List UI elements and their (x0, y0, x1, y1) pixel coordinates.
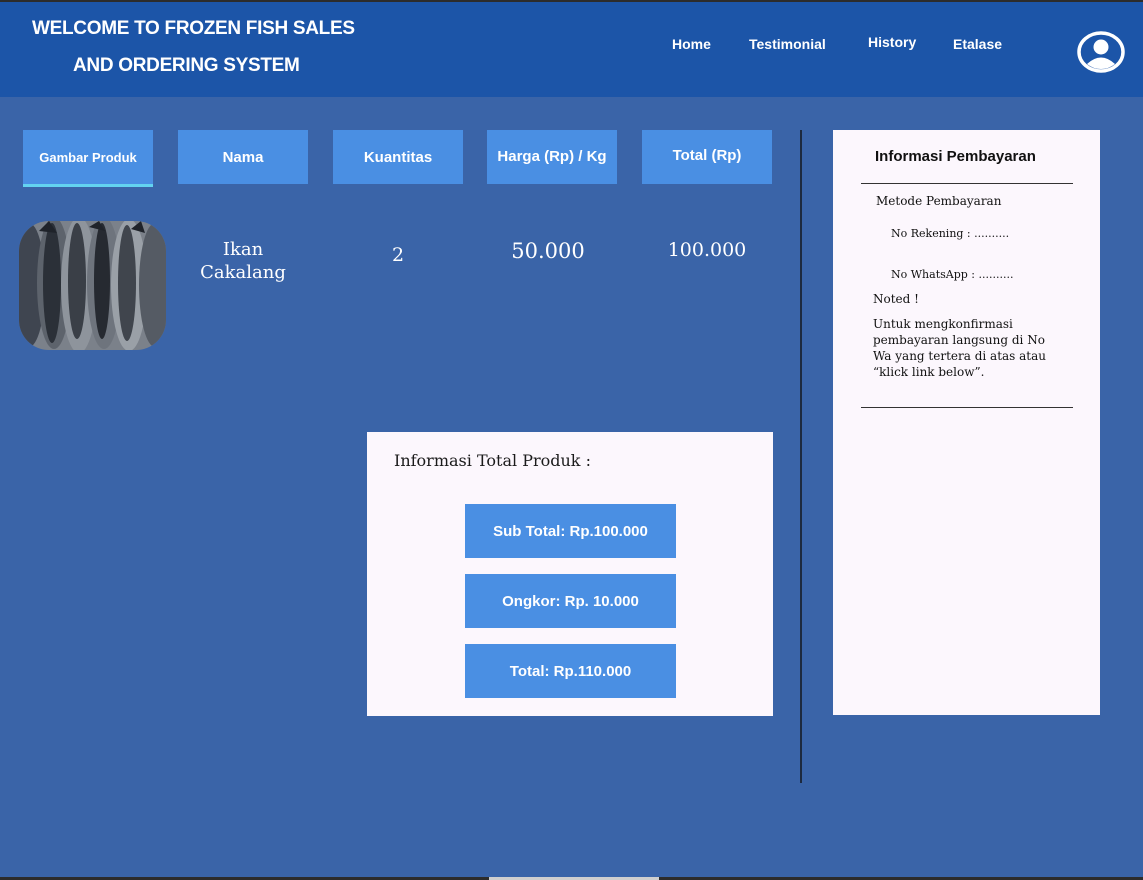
vertical-divider (800, 130, 802, 783)
app-title-line-2: AND ORDERING SYSTEM (73, 55, 300, 76)
product-price: 50.000 (511, 239, 585, 263)
whatsapp-number: No WhatsApp : .......... (891, 268, 1014, 281)
summary-title: Informasi Total Produk : (394, 451, 591, 470)
user-circle-icon[interactable] (1077, 31, 1125, 73)
total-summary-card: Informasi Total Produk : Sub Total: Rp.1… (367, 432, 773, 716)
product-name-line-2: Cakalang (200, 262, 286, 283)
payment-panel-title: Informasi Pembayaran (875, 148, 1036, 165)
payment-method-label: Metode Pembayaran (876, 194, 1002, 208)
subtotal-box: Sub Total: Rp.100.000 (465, 504, 676, 558)
panel-divider-top (861, 183, 1073, 184)
noted-label: Noted ! (873, 292, 919, 306)
column-header-price-per-kg[interactable]: Harga (Rp) / Kg (487, 130, 617, 184)
column-header-total[interactable]: Total (Rp) (642, 130, 772, 184)
nav-etalase-link[interactable]: Etalase (953, 36, 1002, 52)
panel-divider-bottom (861, 407, 1073, 408)
nav-testimonial-link[interactable]: Testimonial (749, 36, 826, 52)
column-header-name[interactable]: Nama (178, 130, 308, 184)
app-title-line-1: WELCOME TO FROZEN FISH SALES (32, 18, 355, 39)
column-header-product-image[interactable]: Gambar Produk (23, 130, 153, 187)
grand-total-box: Total: Rp.110.000 (465, 644, 676, 698)
product-name-line-1: Ikan (222, 239, 264, 260)
column-header-quantity[interactable]: Kuantitas (333, 130, 463, 184)
product-name: Ikan Cakalang (178, 238, 308, 284)
payment-confirmation-note: Untuk mengkonfirmasi pembayaran langsung… (873, 317, 1047, 379)
payment-info-panel: Informasi Pembayaran Metode Pembayaran N… (833, 130, 1100, 715)
nav-home-link[interactable]: Home (672, 36, 711, 52)
nav-history-link[interactable]: History (868, 34, 916, 50)
product-quantity: 2 (391, 244, 405, 266)
bank-account-number: No Rekening : .......... (891, 227, 1010, 240)
top-navigation-bar: WELCOME TO FROZEN FISH SALES AND ORDERIN… (0, 0, 1143, 97)
product-total: 100.000 (667, 239, 747, 261)
shipping-cost-box: Ongkor: Rp. 10.000 (465, 574, 676, 628)
product-image-fish (19, 221, 166, 350)
